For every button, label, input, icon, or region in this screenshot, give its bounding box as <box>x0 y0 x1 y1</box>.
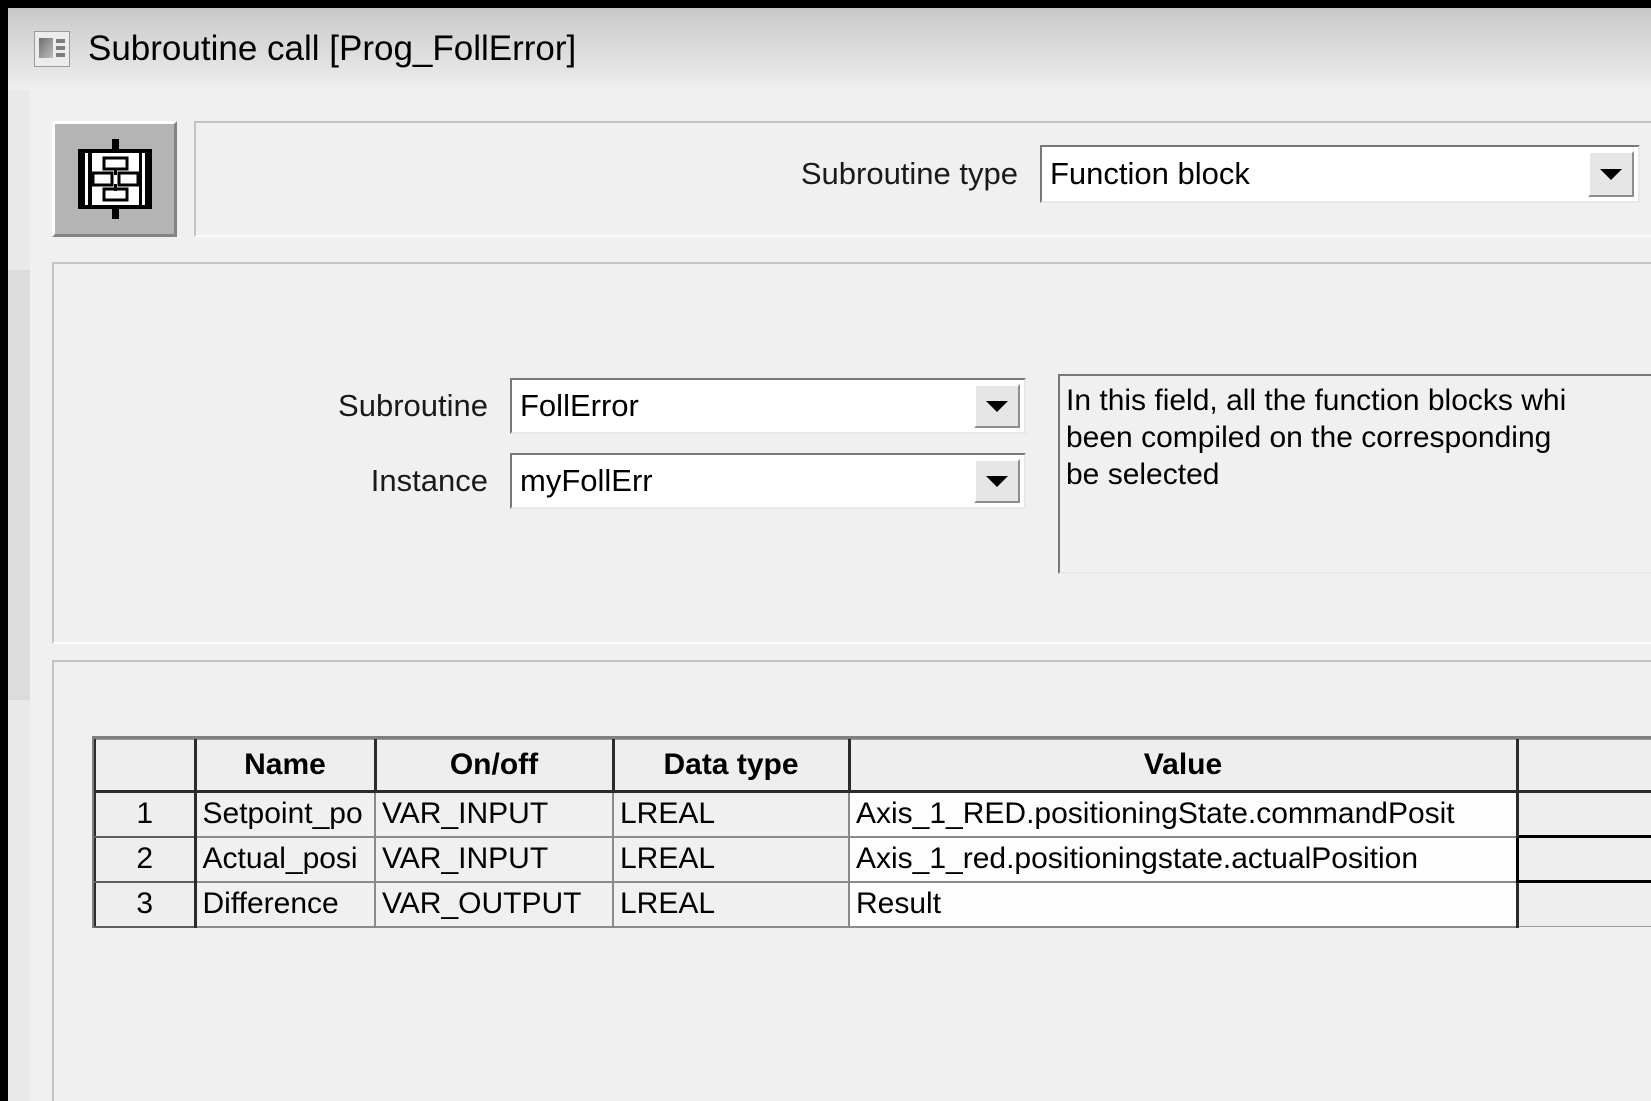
instance-value: myFollErr <box>512 463 974 499</box>
table-header-row: Name On/off Data type Value <box>95 740 1651 792</box>
table-row[interactable]: 3 Difference VAR_OUTPUT LREAL Result <box>95 882 1651 927</box>
subroutine-type-panel: Subroutine type Function block <box>52 121 1651 246</box>
title-bar: Subroutine call [Prog_FollError] <box>8 8 1651 91</box>
subroutine-row: Subroutine FollError <box>316 378 1026 434</box>
parameter-grid: Name On/off Data type Value 1 Setpoint_p… <box>92 736 1651 928</box>
row-index: 2 <box>95 837 195 882</box>
row-name[interactable]: Actual_posi <box>195 837 375 882</box>
dialog-content: Subroutine type Function block Subroutin… <box>30 90 1651 1101</box>
row-name[interactable]: Setpoint_po <box>195 792 375 837</box>
subroutine-selection-panel: Subroutine FollError Instance myFollErr <box>52 262 1651 644</box>
subroutine-type-combo[interactable]: Function block <box>1040 145 1640 203</box>
function-block-icon-button[interactable] <box>52 121 177 237</box>
row-onoff[interactable]: VAR_INPUT <box>375 792 613 837</box>
row-onoff[interactable]: VAR_OUTPUT <box>375 882 613 927</box>
row-value[interactable]: Axis_1_red.positioningstate.actualPositi… <box>849 837 1517 882</box>
row-extra[interactable] <box>1517 837 1651 882</box>
help-text-line-2: been compiled on the corresponding <box>1066 419 1651 456</box>
column-header-onoff[interactable]: On/off <box>375 740 613 792</box>
instance-label: Instance <box>316 463 488 499</box>
chevron-down-icon <box>986 401 1008 412</box>
help-text-line-3: be selected <box>1066 456 1651 493</box>
window-dialog-icon <box>34 31 70 67</box>
column-header-index[interactable] <box>95 740 195 792</box>
subroutine-dropdown-button[interactable] <box>974 384 1020 428</box>
row-index: 1 <box>95 792 195 837</box>
dialog-icon-line-3 <box>56 53 65 57</box>
subroutine-type-row: Subroutine type Function block <box>801 145 1640 203</box>
column-header-datatype[interactable]: Data type <box>613 740 849 792</box>
function-block-icon <box>72 139 158 219</box>
column-header-name[interactable]: Name <box>195 740 375 792</box>
chevron-down-icon <box>1600 169 1622 180</box>
dialog-icon-panel <box>39 38 53 58</box>
row-extra[interactable] <box>1517 882 1651 927</box>
window-title: Subroutine call [Prog_FollError] <box>88 29 576 69</box>
subroutine-label: Subroutine <box>316 388 488 424</box>
parameter-table: Name On/off Data type Value 1 Setpoint_p… <box>94 739 1651 928</box>
vertical-scrollbar-thumb[interactable] <box>8 270 30 700</box>
help-text-box: In this field, all the function blocks w… <box>1058 374 1651 574</box>
subroutine-value: FollError <box>512 388 974 424</box>
row-extra[interactable] <box>1517 792 1651 837</box>
table-row[interactable]: 1 Setpoint_po VAR_INPUT LREAL Axis_1_RED… <box>95 792 1651 837</box>
subroutine-type-group: Subroutine type Function block <box>194 121 1651 237</box>
row-datatype[interactable]: LREAL <box>613 792 849 837</box>
parameter-table-panel: Name On/off Data type Value 1 Setpoint_p… <box>52 660 1651 1101</box>
row-datatype[interactable]: LREAL <box>613 837 849 882</box>
dialog-icon-line-2 <box>56 46 65 50</box>
table-row[interactable]: 2 Actual_posi VAR_INPUT LREAL Axis_1_red… <box>95 837 1651 882</box>
row-onoff[interactable]: VAR_INPUT <box>375 837 613 882</box>
subroutine-type-dropdown-button[interactable] <box>1588 151 1634 197</box>
dialog-window: Subroutine call [Prog_FollError] <box>8 8 1651 1101</box>
row-value[interactable]: Axis_1_RED.positioningState.commandPosit <box>849 792 1517 837</box>
column-header-extra[interactable] <box>1517 740 1651 792</box>
instance-row: Instance myFollErr <box>316 453 1026 509</box>
instance-dropdown-button[interactable] <box>974 459 1020 503</box>
row-value[interactable]: Result <box>849 882 1517 927</box>
column-header-value[interactable]: Value <box>849 740 1517 792</box>
vertical-scrollbar-track[interactable] <box>8 90 30 1101</box>
subroutine-combo[interactable]: FollError <box>510 378 1026 434</box>
chevron-down-icon <box>986 476 1008 487</box>
row-index: 3 <box>95 882 195 927</box>
row-name[interactable]: Difference <box>195 882 375 927</box>
subroutine-type-label: Subroutine type <box>801 156 1018 192</box>
dialog-icon-line-1 <box>56 39 65 43</box>
help-text-line-1: In this field, all the function blocks w… <box>1066 382 1651 419</box>
row-datatype[interactable]: LREAL <box>613 882 849 927</box>
instance-combo[interactable]: myFollErr <box>510 453 1026 509</box>
screenshot-root: Subroutine call [Prog_FollError] <box>0 0 1651 1101</box>
subroutine-type-value: Function block <box>1042 156 1588 192</box>
